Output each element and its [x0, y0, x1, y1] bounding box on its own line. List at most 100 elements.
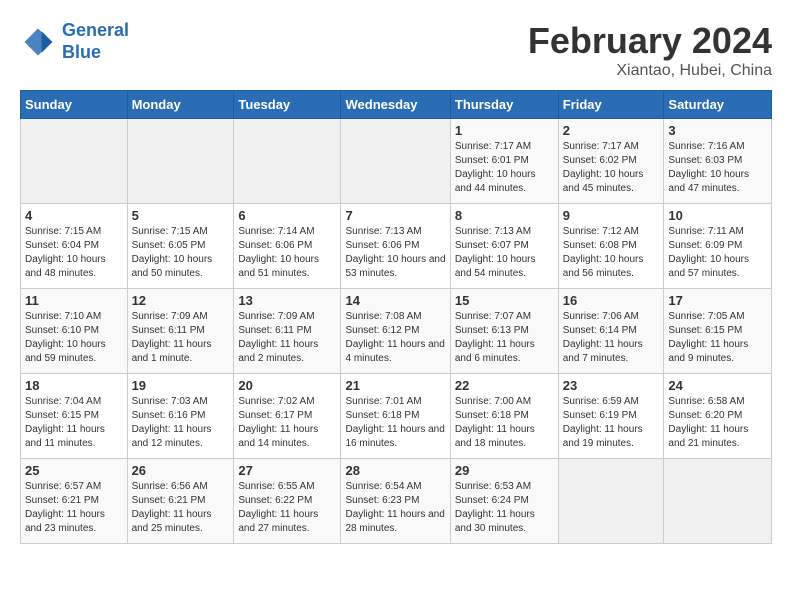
calendar-cell: 26 Sunrise: 6:56 AM Sunset: 6:21 PM Dayli…	[127, 459, 234, 544]
calendar-cell: 1 Sunrise: 7:17 AM Sunset: 6:01 PM Daylig…	[450, 119, 558, 204]
day-info: Sunrise: 6:57 AM Sunset: 6:21 PM Dayligh…	[25, 480, 123, 536]
week-row-3: 11 Sunrise: 7:10 AM Sunset: 6:10 PM Dayli…	[21, 289, 772, 374]
calendar-cell	[127, 119, 234, 204]
day-number: 13	[238, 293, 336, 308]
day-info: Sunrise: 7:13 AM Sunset: 6:06 PM Dayligh…	[345, 225, 445, 281]
day-number: 8	[455, 208, 554, 223]
calendar-cell: 9Sunrise: 7:12 AM Sunset: 6:08 PM Daylig…	[558, 204, 664, 289]
day-info: Sunrise: 7:09 AM Sunset: 6:11 PM Dayligh…	[238, 310, 336, 366]
day-info: Sunrise: 7:03 AM Sunset: 6:16 PM Dayligh…	[132, 395, 230, 451]
day-number: 16	[563, 293, 660, 308]
calendar-cell: 24Sunrise: 6:58 AM Sunset: 6:20 PM Dayli…	[664, 374, 772, 459]
day-number: 1	[455, 123, 554, 138]
calendar-cell: 16 Sunrise: 7:06 AM Sunset: 6:14 PM Dayli…	[558, 289, 664, 374]
calendar-cell: 8 Sunrise: 7:13 AM Sunset: 6:07 PM Daylig…	[450, 204, 558, 289]
day-info: Sunrise: 7:02 AM Sunset: 6:17 PM Dayligh…	[238, 395, 336, 451]
day-info: Sunrise: 7:09 AM Sunset: 6:11 PM Dayligh…	[132, 310, 230, 366]
week-row-2: 4 Sunrise: 7:15 AM Sunset: 6:04 PM Daylig…	[21, 204, 772, 289]
day-info: Sunrise: 7:04 AM Sunset: 6:15 PM Dayligh…	[25, 395, 123, 451]
calendar-cell: 7 Sunrise: 7:13 AM Sunset: 6:06 PM Daylig…	[341, 204, 450, 289]
calendar-cell: 27Sunrise: 6:55 AM Sunset: 6:22 PM Dayli…	[234, 459, 341, 544]
weekday-header-friday: Friday	[558, 91, 664, 119]
day-number: 22	[455, 378, 554, 393]
weekday-header-wednesday: Wednesday	[341, 91, 450, 119]
calendar-cell: 23 Sunrise: 6:59 AM Sunset: 6:19 PM Dayli…	[558, 374, 664, 459]
day-number: 6	[238, 208, 336, 223]
day-number: 4	[25, 208, 123, 223]
day-info: Sunrise: 7:13 AM Sunset: 6:07 PM Dayligh…	[455, 225, 554, 281]
day-number: 17	[668, 293, 767, 308]
day-number: 12	[132, 293, 230, 308]
day-info: Sunrise: 6:56 AM Sunset: 6:21 PM Dayligh…	[132, 480, 230, 536]
calendar-cell: 4 Sunrise: 7:15 AM Sunset: 6:04 PM Daylig…	[21, 204, 128, 289]
calendar-cell	[234, 119, 341, 204]
page-header: General Blue February 2024 Xiantao, Hube…	[20, 20, 772, 80]
calendar-cell: 18Sunrise: 7:04 AM Sunset: 6:15 PM Dayli…	[21, 374, 128, 459]
month-title: February 2024	[528, 20, 772, 62]
day-info: Sunrise: 7:11 AM Sunset: 6:09 PM Dayligh…	[668, 225, 767, 281]
day-number: 26	[132, 463, 230, 478]
day-info: Sunrise: 6:53 AM Sunset: 6:24 PM Dayligh…	[455, 480, 554, 536]
weekday-header-saturday: Saturday	[664, 91, 772, 119]
day-info: Sunrise: 7:10 AM Sunset: 6:10 PM Dayligh…	[25, 310, 123, 366]
day-number: 3	[668, 123, 767, 138]
day-info: Sunrise: 6:59 AM Sunset: 6:19 PM Dayligh…	[563, 395, 660, 451]
calendar-cell: 10 Sunrise: 7:11 AM Sunset: 6:09 PM Dayli…	[664, 204, 772, 289]
calendar-cell	[341, 119, 450, 204]
weekday-header-row: SundayMondayTuesdayWednesdayThursdayFrid…	[21, 91, 772, 119]
calendar-cell: 13 Sunrise: 7:09 AM Sunset: 6:11 PM Dayli…	[234, 289, 341, 374]
day-info: Sunrise: 7:08 AM Sunset: 6:12 PM Dayligh…	[345, 310, 445, 366]
day-number: 7	[345, 208, 445, 223]
day-info: Sunrise: 7:14 AM Sunset: 6:06 PM Dayligh…	[238, 225, 336, 281]
day-info: Sunrise: 7:16 AM Sunset: 6:03 PM Dayligh…	[668, 140, 767, 196]
day-number: 2	[563, 123, 660, 138]
logo-text: General Blue	[62, 20, 129, 63]
day-number: 23	[563, 378, 660, 393]
day-number: 19	[132, 378, 230, 393]
calendar-cell: 5 Sunrise: 7:15 AM Sunset: 6:05 PM Daylig…	[127, 204, 234, 289]
calendar-cell: 21Sunrise: 7:01 AM Sunset: 6:18 PM Dayli…	[341, 374, 450, 459]
week-row-4: 18Sunrise: 7:04 AM Sunset: 6:15 PM Dayli…	[21, 374, 772, 459]
calendar-cell: 14Sunrise: 7:08 AM Sunset: 6:12 PM Dayli…	[341, 289, 450, 374]
day-info: Sunrise: 6:55 AM Sunset: 6:22 PM Dayligh…	[238, 480, 336, 536]
weekday-header-tuesday: Tuesday	[234, 91, 341, 119]
day-info: Sunrise: 7:15 AM Sunset: 6:05 PM Dayligh…	[132, 225, 230, 281]
day-info: Sunrise: 7:17 AM Sunset: 6:02 PM Dayligh…	[563, 140, 660, 196]
weekday-header-monday: Monday	[127, 91, 234, 119]
day-number: 10	[668, 208, 767, 223]
calendar-cell	[664, 459, 772, 544]
calendar-cell	[21, 119, 128, 204]
calendar-cell: 19 Sunrise: 7:03 AM Sunset: 6:16 PM Dayli…	[127, 374, 234, 459]
week-row-1: 1 Sunrise: 7:17 AM Sunset: 6:01 PM Daylig…	[21, 119, 772, 204]
calendar-cell: 17 Sunrise: 7:05 AM Sunset: 6:15 PM Dayli…	[664, 289, 772, 374]
calendar-table: SundayMondayTuesdayWednesdayThursdayFrid…	[20, 90, 772, 544]
calendar-cell: 2 Sunrise: 7:17 AM Sunset: 6:02 PM Daylig…	[558, 119, 664, 204]
day-info: Sunrise: 7:07 AM Sunset: 6:13 PM Dayligh…	[455, 310, 554, 366]
logo-line2: Blue	[62, 42, 101, 62]
calendar-cell: 25 Sunrise: 6:57 AM Sunset: 6:21 PM Dayli…	[21, 459, 128, 544]
day-number: 11	[25, 293, 123, 308]
calendar-cell: 29 Sunrise: 6:53 AM Sunset: 6:24 PM Dayli…	[450, 459, 558, 544]
calendar-cell: 20 Sunrise: 7:02 AM Sunset: 6:17 PM Dayli…	[234, 374, 341, 459]
day-number: 15	[455, 293, 554, 308]
day-number: 25	[25, 463, 123, 478]
day-info: Sunrise: 7:05 AM Sunset: 6:15 PM Dayligh…	[668, 310, 767, 366]
day-number: 5	[132, 208, 230, 223]
calendar-cell: 22Sunrise: 7:00 AM Sunset: 6:18 PM Dayli…	[450, 374, 558, 459]
day-info: Sunrise: 7:17 AM Sunset: 6:01 PM Dayligh…	[455, 140, 554, 196]
logo-icon	[20, 24, 56, 60]
calendar-cell: 3 Sunrise: 7:16 AM Sunset: 6:03 PM Daylig…	[664, 119, 772, 204]
day-info: Sunrise: 7:15 AM Sunset: 6:04 PM Dayligh…	[25, 225, 123, 281]
week-row-5: 25 Sunrise: 6:57 AM Sunset: 6:21 PM Dayli…	[21, 459, 772, 544]
day-number: 28	[345, 463, 445, 478]
day-number: 20	[238, 378, 336, 393]
day-info: Sunrise: 6:54 AM Sunset: 6:23 PM Dayligh…	[345, 480, 445, 536]
title-block: February 2024 Xiantao, Hubei, China	[528, 20, 772, 80]
day-info: Sunrise: 7:06 AM Sunset: 6:14 PM Dayligh…	[563, 310, 660, 366]
logo-line1: General	[62, 20, 129, 40]
location: Xiantao, Hubei, China	[528, 62, 772, 80]
day-info: Sunrise: 7:01 AM Sunset: 6:18 PM Dayligh…	[345, 395, 445, 451]
day-info: Sunrise: 6:58 AM Sunset: 6:20 PM Dayligh…	[668, 395, 767, 451]
weekday-header-sunday: Sunday	[21, 91, 128, 119]
day-number: 29	[455, 463, 554, 478]
